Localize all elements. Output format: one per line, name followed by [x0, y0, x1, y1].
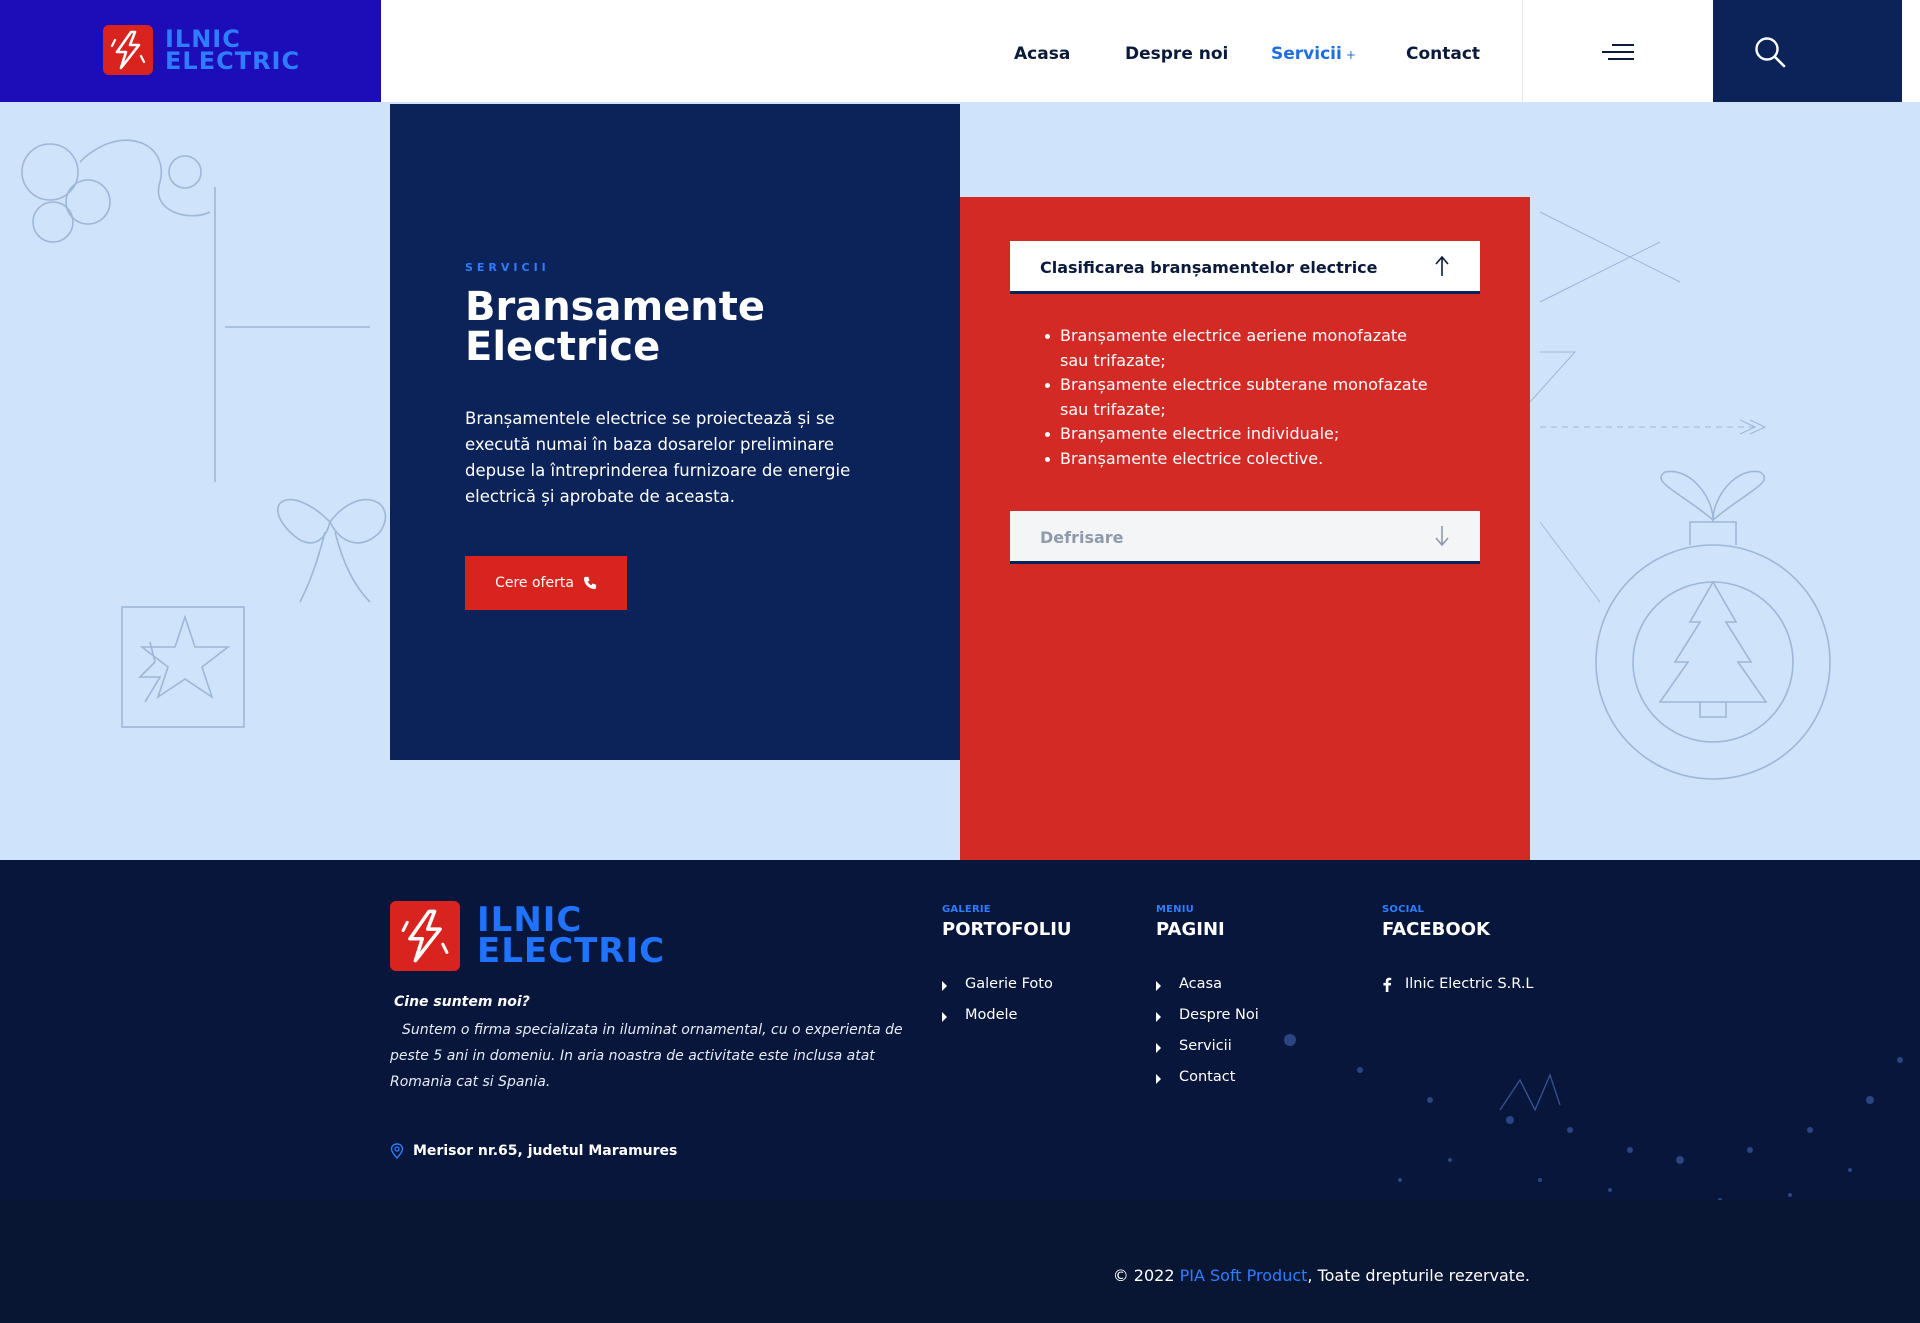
arrow-down-icon [1435, 526, 1449, 547]
search-icon [1755, 37, 1786, 68]
accordion-title: Clasificarea branșamentelor electrice [1040, 258, 1378, 277]
footer-logo-wordmark: ILNIC ELECTRIC [477, 903, 666, 971]
hero-eyebrow: SERVICII [465, 261, 550, 274]
christmas-ball-lineart [1595, 470, 1831, 780]
footer-column-portofoliu: GALERIE PORTOFOLIU Galerie Foto Modele [942, 904, 1072, 1038]
list-item: Branșamente electrice subterane monofaza… [1045, 373, 1430, 422]
column-title: PAGINI [1156, 919, 1225, 940]
logo-line-2: ELECTRIC [165, 47, 301, 75]
footer-link-list: Ilnic Electric S.R.L [1382, 976, 1534, 1007]
column-title: FACEBOOK [1382, 919, 1490, 940]
page-title: Bransamente Electrice [465, 284, 766, 370]
logo-area: ILNIC ELECTRIC [0, 0, 381, 102]
footer-link-servicii[interactable]: Servicii [1156, 1038, 1259, 1069]
phone-icon [583, 576, 597, 590]
nav-expand-plus: + [1345, 48, 1356, 62]
site-logo[interactable]: ILNIC ELECTRIC [103, 25, 300, 75]
footer-link-list: Acasa Despre Noi Servicii Contact [1156, 976, 1259, 1100]
footer-link-acasa[interactable]: Acasa [1156, 976, 1259, 1007]
address-text: Merisor nr.65, judetul Maramures [413, 1143, 678, 1159]
logo-wordmark: ILNIC ELECTRIC [165, 27, 301, 75]
column-title: PORTOFOLIU [942, 919, 1072, 940]
site-header: ILNIC ELECTRIC Acasa Despre noi Servicii… [0, 0, 1920, 102]
request-offer-button[interactable]: Cere oferta [465, 556, 627, 610]
caret-right-icon [1156, 1012, 1161, 1022]
stars-box-lineart [121, 606, 245, 728]
footer-link-modele[interactable]: Modele [942, 1007, 1072, 1038]
search-button[interactable] [1713, 0, 1902, 102]
footer-link-facebook[interactable]: Ilnic Electric S.R.L [1382, 976, 1534, 1007]
arrow-up-icon [1435, 255, 1449, 276]
lightning-logo-icon [103, 25, 153, 75]
hero-description: Branșamentele electrice se proiectează ș… [465, 409, 851, 506]
copyright-link[interactable]: PIA Soft Product [1180, 1266, 1308, 1285]
footer-column-pagini: MENIU PAGINI Acasa Despre Noi Servicii C… [1156, 904, 1259, 1100]
nav-item-contact[interactable]: Contact [1406, 44, 1480, 64]
about-title: Cine suntem noi? [394, 994, 530, 1010]
request-offer-label: Cere oferta [495, 575, 574, 591]
site-footer: ILNIC ELECTRIC Cine suntem noi? Suntem o… [0, 860, 1920, 1323]
column-eyebrow: GALERIE [942, 904, 991, 915]
caret-right-icon [1156, 981, 1161, 991]
services-accordion-panel: Clasificarea branșamentelor electrice Br… [960, 197, 1530, 860]
caret-right-icon [1156, 1043, 1161, 1053]
nav-item-servicii[interactable]: Servicii + [1271, 44, 1356, 64]
list-item: Branșamente electrice colective. [1045, 447, 1430, 472]
column-eyebrow: SOCIAL [1382, 904, 1425, 915]
column-eyebrow: MENIU [1156, 904, 1194, 915]
facebook-icon [1383, 977, 1392, 992]
hamburger-menu-icon[interactable] [1602, 44, 1634, 66]
accordion-content-list: Branșamente electrice aeriene monofazate… [1045, 324, 1430, 472]
location-pin-icon [390, 1143, 404, 1159]
list-item: Branșamente electrice aeriene monofazate… [1045, 324, 1430, 373]
copyright-text: © 2022 PIA Soft Product, Toate drepturil… [1112, 1266, 1530, 1285]
accordion-header-clasificare[interactable]: Clasificarea branșamentelor electrice [1010, 241, 1480, 294]
lightning-logo-icon [390, 901, 460, 971]
hero-panel: SERVICII Bransamente Electrice Branșamen… [390, 104, 960, 760]
footer-link-galerie-foto[interactable]: Galerie Foto [942, 976, 1072, 1007]
footer-link-contact[interactable]: Contact [1156, 1069, 1259, 1100]
caret-right-icon [942, 1012, 947, 1022]
nav-item-acasa[interactable]: Acasa [1014, 44, 1070, 64]
address: Merisor nr.65, judetul Maramures [390, 1143, 677, 1159]
ornament-balls-lineart [21, 139, 370, 482]
accordion-header-defrisare[interactable]: Defrisare [1010, 511, 1480, 564]
footer-link-despre-noi[interactable]: Despre Noi [1156, 1007, 1259, 1038]
footer-link-list: Galerie Foto Modele [942, 976, 1072, 1038]
nav-item-despre-noi[interactable]: Despre noi [1125, 44, 1228, 64]
accordion-title: Defrisare [1040, 528, 1124, 547]
bow-lineart [277, 498, 387, 603]
caret-right-icon [1156, 1074, 1161, 1084]
caret-right-icon [942, 981, 947, 991]
logo-line-2: ELECTRIC [477, 931, 666, 971]
kite-string-lineart [1529, 211, 1767, 603]
footer-logo[interactable]: ILNIC ELECTRIC [390, 901, 665, 971]
footer-column-facebook: SOCIAL FACEBOOK Ilnic Electric S.R.L [1382, 904, 1534, 1007]
list-item: Branșamente electrice individuale; [1045, 422, 1430, 447]
about-text: Suntem o firma specializata in iluminat … [390, 1022, 903, 1090]
nav-divider [1522, 0, 1523, 102]
footer-bottom-bar [0, 1200, 1920, 1323]
